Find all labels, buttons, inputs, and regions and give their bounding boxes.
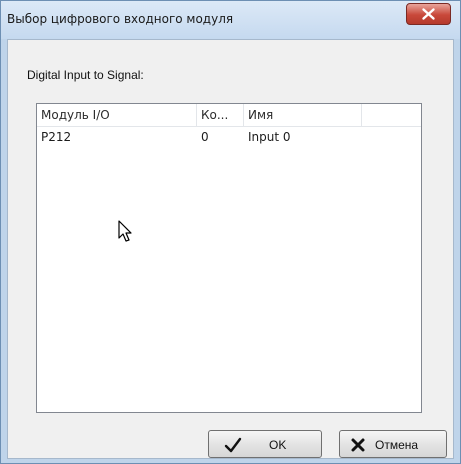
dialog-body: Digital Input to Signal: Модуль I/O Ко..… [7, 39, 454, 459]
mouse-pointer-icon [118, 220, 132, 242]
close-icon [422, 8, 435, 20]
dialog-window: Выбор цифрового входного модуля Digital … [0, 0, 461, 464]
list-caption: Digital Input to Signal: [27, 68, 144, 82]
column-header-channel[interactable]: Ко... [197, 104, 244, 126]
module-list[interactable]: Модуль I/O Ко... Имя P212 0 Input 0 [36, 103, 422, 413]
cancel-label: Отмена [375, 438, 419, 452]
cell-module: P212 [41, 130, 72, 144]
title-bar[interactable]: Выбор цифрового входного модуля [1, 1, 460, 39]
window-title: Выбор цифрового входного модуля [7, 12, 234, 26]
cancel-button[interactable]: Отмена [339, 430, 447, 458]
ok-button[interactable]: OK [208, 430, 322, 458]
cell-channel: 0 [201, 130, 209, 144]
list-header: Модуль I/O Ко... Имя [37, 104, 421, 127]
column-header-module[interactable]: Модуль I/O [37, 104, 197, 126]
ok-label: OK [269, 438, 287, 452]
checkmark-icon [224, 437, 242, 453]
list-item[interactable]: P212 0 Input 0 [37, 128, 421, 147]
close-button[interactable] [406, 3, 451, 25]
column-header-name[interactable]: Имя [244, 104, 362, 126]
cell-name: Input 0 [248, 130, 291, 144]
cross-icon [351, 438, 365, 452]
